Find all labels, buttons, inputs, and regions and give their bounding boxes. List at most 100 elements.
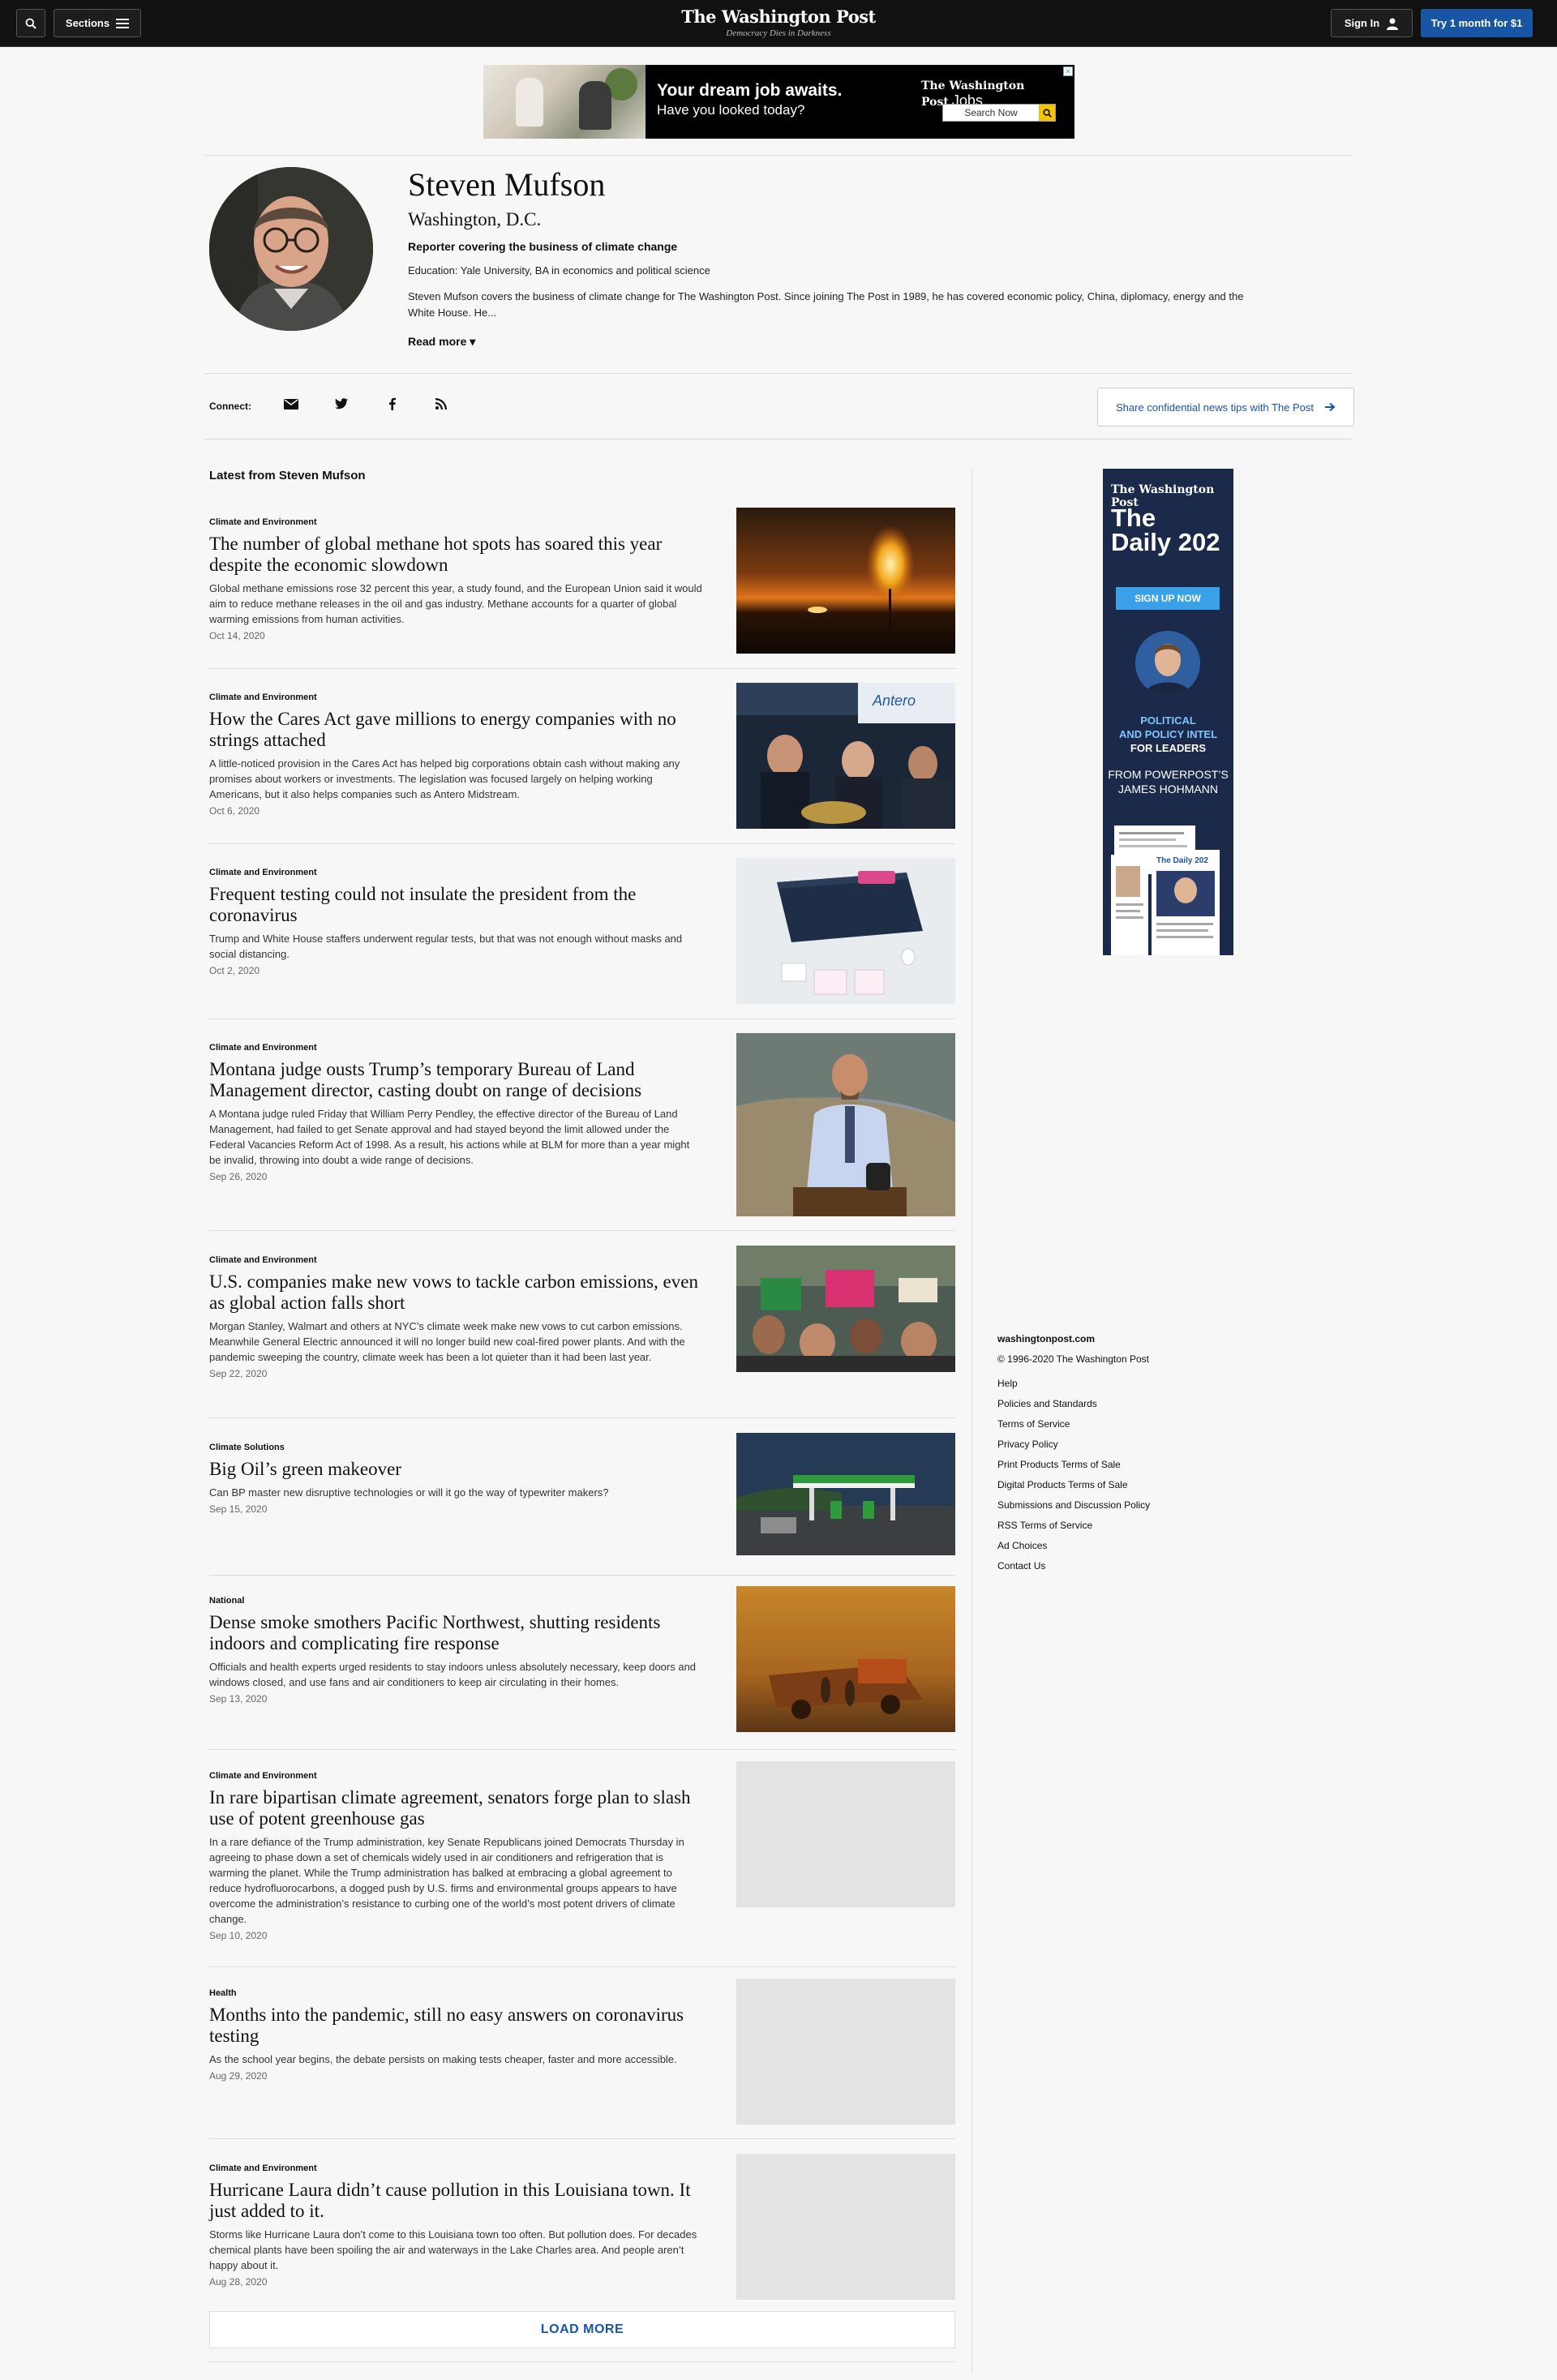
subscribe-trial-button[interactable]: Try 1 month for $1 [1421,9,1533,37]
article-title[interactable]: Montana judge ousts Trump’s temporary Bu… [209,1059,712,1101]
read-more-label: Read more [408,335,467,348]
divider [204,373,1353,374]
footer-link-ad-choices[interactable]: Ad Choices [997,1536,1150,1556]
ad-search-label: Search Now [964,107,1018,118]
ad-photo [483,65,646,139]
connect-label: Connect: [209,401,251,412]
sidebar-ad-intel-line3: FOR LEADERS [1130,742,1207,754]
article-description: Officials and health experts urged resid… [209,1661,697,1688]
article-image[interactable] [736,858,955,1004]
article-title[interactable]: The number of global methane hot spots h… [209,534,712,576]
search-button[interactable] [16,9,45,37]
load-more-button[interactable]: LOAD MORE [209,2311,955,2348]
email-icon[interactable] [282,395,300,413]
article-card[interactable]: Climate and Environment Frequent testing… [209,858,955,1004]
sidebar-ad-title: The Daily 202 [1111,504,1220,555]
article-image[interactable]: Antero [736,683,955,829]
top-navigation-bar: Sections The Washington Post Democracy D… [0,0,1557,47]
facebook-icon[interactable] [383,395,401,413]
latest-heading: Latest from Steven Mufson [209,469,366,482]
article-image[interactable] [736,1033,955,1216]
article-description: As the school year begins, the debate pe… [209,2053,677,2065]
divider [209,1230,955,1231]
divider [209,1575,955,1576]
author-name: Steven Mufson [408,166,606,203]
sidebar-ad-byline: FROM POWERPOST’S JAMES HOHMANN [1103,767,1233,796]
jobs-ad-banner[interactable]: Your dream job awaits. Have you looked t… [483,65,1074,139]
article-description: A little-noticed provision in the Cares … [209,757,680,800]
sign-in-button[interactable]: Sign In [1331,9,1413,37]
article-title[interactable]: Hurricane Laura didn’t cause pollution i… [209,2180,712,2222]
article-image[interactable] [736,1433,955,1555]
sidebar-ad-from-line1: FROM POWERPOST’S [1108,768,1229,781]
article-title[interactable]: Dense smoke smothers Pacific Northwest, … [209,1612,712,1654]
footer-link-print-terms[interactable]: Print Products Terms of Sale [997,1455,1150,1475]
article-description: In a rare defiance of the Trump administ… [209,1836,684,1925]
article-description: Storms like Hurricane Laura don’t come t… [209,2228,697,2271]
sidebar-ad-tagline: POLITICAL AND POLICY INTEL FOR LEADERS [1103,714,1233,755]
sidebar-ad-portrait [1135,631,1200,696]
footer-copyright: © 1996-2020 The Washington Post [997,1353,1149,1365]
article-title[interactable]: How the Cares Act gave millions to energ… [209,709,712,751]
article-title[interactable]: Frequent testing could not insulate the … [209,884,712,926]
article-card[interactable]: Climate and Environment U.S. companies m… [209,1246,955,1379]
article-image[interactable] [736,1586,955,1732]
footer-link-rss-terms[interactable]: RSS Terms of Service [997,1516,1150,1536]
search-icon [25,18,36,29]
footer-link-submissions[interactable]: Submissions and Discussion Policy [997,1495,1150,1516]
author-bio: Steven Mufson covers the business of cli… [408,290,1244,319]
footer-link-privacy[interactable]: Privacy Policy [997,1434,1150,1455]
footer-link-terms[interactable]: Terms of Service [997,1414,1150,1434]
article-image-placeholder[interactable] [736,2154,955,2300]
sidebar-ad-newsletter-preview: The Daily 202 [1111,825,1225,955]
article-card[interactable]: Climate and Environment Montana judge ou… [209,1033,955,1216]
divider [209,1417,955,1418]
divider [204,439,1353,440]
footer-link-digital-terms[interactable]: Digital Products Terms of Sale [997,1475,1150,1495]
footer-link-help[interactable]: Help [997,1374,1150,1394]
rss-icon[interactable] [432,395,450,413]
news-tips-button[interactable]: Share confidential news tips with The Po… [1097,388,1354,427]
ad-search-button[interactable]: Search Now [942,104,1056,122]
footer-link-contact[interactable]: Contact Us [997,1556,1150,1576]
article-description: Can BP master new disruptive technologie… [209,1486,609,1499]
article-card[interactable]: Climate and Environment The number of gl… [209,508,955,654]
article-image-placeholder[interactable] [736,1979,955,2125]
sidebar-ad-intel-line2: AND POLICY INTEL [1118,728,1218,740]
article-card[interactable]: Climate Solutions Big Oil’s green makeov… [209,1433,955,1555]
divider [204,155,1353,156]
article-card[interactable]: Climate and Environment How the Cares Ac… [209,683,955,829]
ad-search-icon [1039,105,1055,121]
article-card[interactable]: Health Months into the pandemic, still n… [209,1979,955,2125]
daily-202-ad[interactable]: The Washington Post The Daily 202 SIGN U… [1103,469,1233,955]
article-image[interactable] [736,1246,955,1372]
sidebar-ad-signup-button[interactable]: SIGN UP NOW [1116,587,1220,610]
site-logo[interactable]: The Washington Post Democracy Dies in Da… [616,6,941,38]
arrow-right-icon [1325,402,1336,412]
author-location: Washington, D.C. [408,209,542,229]
read-more-button[interactable]: Read more ▾ [408,335,475,349]
ad-subline: Have you looked today? [657,102,805,118]
sidebar-ad-title-line1: The [1111,504,1156,532]
article-title[interactable]: Big Oil’s green makeover [209,1459,712,1480]
divider [209,1966,955,1967]
article-title[interactable]: Months into the pandemic, still no easy … [209,2005,712,2047]
divider [209,2138,955,2139]
twitter-icon[interactable] [332,395,350,413]
article-card[interactable]: Climate and Environment Hurricane Laura … [209,2154,955,2300]
article-image-placeholder[interactable] [736,1761,955,1907]
sections-menu-button[interactable]: Sections [54,9,141,37]
article-card[interactable]: National Dense smoke smothers Pacific No… [209,1586,955,1732]
divider [209,2361,955,2362]
article-title[interactable]: In rare bipartisan climate agreement, se… [209,1787,712,1829]
footer-link-policies[interactable]: Policies and Standards [997,1394,1150,1414]
article-card[interactable]: Climate and Environment In rare bipartis… [209,1761,955,1941]
ad-close-icon[interactable]: ✕ [1063,66,1073,76]
article-description: Global methane emissions rose 32 percent… [209,582,702,625]
sign-in-label: Sign In [1344,17,1380,29]
ad-headline: Your dream job awaits. [657,81,843,100]
caret-down-icon: ▾ [470,335,476,348]
article-title[interactable]: U.S. companies make new vows to tackle c… [209,1271,712,1314]
article-image[interactable] [736,508,955,654]
sidebar-ad-intel-line1: POLITICAL [1140,714,1196,727]
